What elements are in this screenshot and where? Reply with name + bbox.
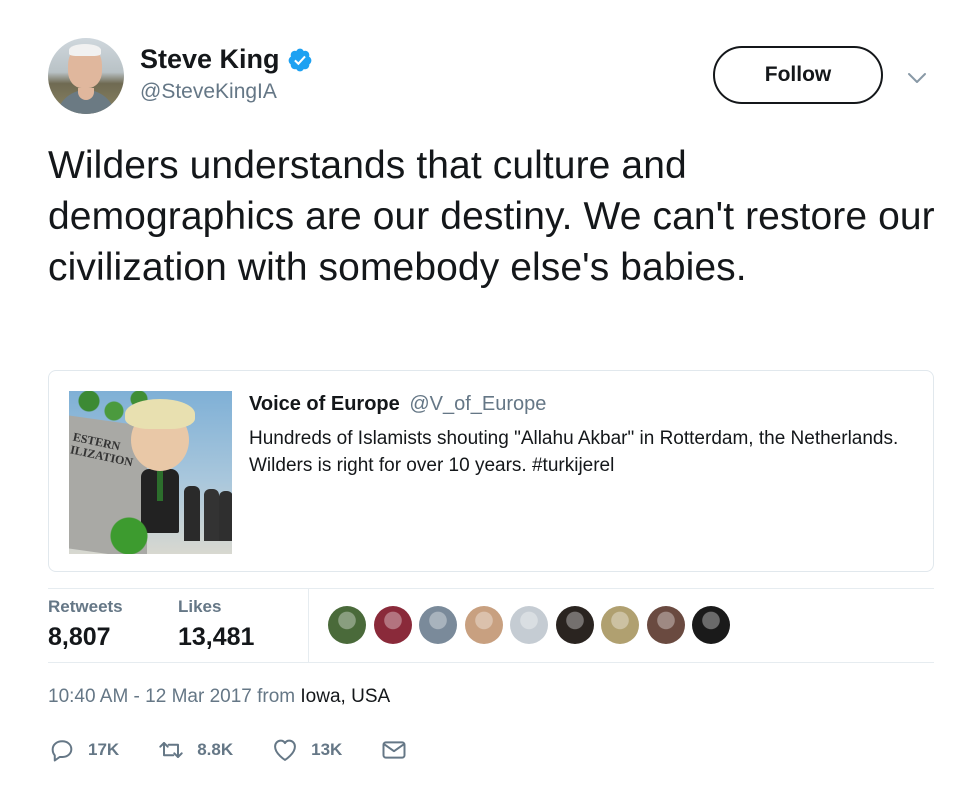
likers-avatars [328,606,738,644]
likes-value: 13,481 [178,623,255,651]
likes-label: Likes [178,597,222,616]
direct-message-button[interactable] [380,736,408,764]
quoted-tweet-header: Voice of Europe @V_of_Europe [249,393,546,416]
reply-icon [51,740,73,762]
like-button[interactable]: 13K [271,736,342,764]
image-figure [204,489,219,541]
quoted-author-handle[interactable]: @V_of_Europe [409,393,546,415]
author-avatar[interactable] [48,38,124,114]
author-name-row: Steve King [140,44,313,75]
tweet-timestamp: 10:40 AM - 12 Mar 2017 from Iowa, USA [48,686,390,708]
timestamp-time-date[interactable]: 10:40 AM - 12 Mar 2017 [48,686,252,707]
reply-count: 17K [88,740,120,759]
liker-avatar[interactable] [419,606,457,644]
image-caricature-tie [157,471,163,501]
retweet-button[interactable]: 8.8K [157,736,233,764]
follow-button[interactable]: Follow [713,46,883,104]
like-count: 13K [311,740,343,759]
quoted-tweet-image[interactable]: ESTERN ILIZATION [69,391,232,554]
image-grass [104,516,154,554]
image-figure [184,486,200,541]
liker-avatar[interactable] [464,606,503,644]
liker-avatar[interactable] [692,606,730,644]
tweet-actions: 17K 8.8K 13K [48,736,446,764]
avatar-hair [69,44,101,56]
timestamp-location[interactable]: Iowa, USA [300,686,390,707]
liker-avatar[interactable] [328,606,366,644]
author-handle[interactable]: @SteveKingIA [140,80,277,104]
liker-avatar[interactable] [510,606,548,644]
quoted-tweet-card[interactable]: ESTERN ILIZATION Voice of Europe @V_of_E… [48,370,934,572]
divider [48,588,934,589]
timestamp-from: from [257,686,296,707]
retweet-icon [159,742,183,758]
likes-stat[interactable]: Likes 13,481 [178,597,254,652]
retweets-value: 8,807 [48,623,111,651]
liker-avatar[interactable] [601,606,639,644]
image-caricature-hair [125,399,195,429]
envelope-icon [382,741,406,759]
chevron-down-icon[interactable] [905,66,929,90]
stats-separator [308,588,309,662]
tweet-text: Wilders understands that culture and dem… [48,144,935,289]
divider [48,662,934,663]
retweets-stat[interactable]: Retweets 8,807 [48,597,123,652]
retweets-label: Retweets [48,597,123,616]
liker-avatar[interactable] [646,606,685,644]
quoted-tweet-text: Hundreds of Islamists shouting "Allahu A… [249,428,899,476]
image-figure [219,491,232,541]
verified-badge-icon [288,48,311,71]
heart-icon [274,739,297,761]
tweet-header: Steve King @SteveKingIA Follow [48,38,938,118]
liker-avatar[interactable] [373,606,412,644]
author-name[interactable]: Steve King [140,44,280,75]
reply-button[interactable]: 17K [48,736,119,764]
quoted-author-name[interactable]: Voice of Europe [249,393,400,415]
retweet-count: 8.8K [197,740,234,759]
liker-avatar[interactable] [555,606,594,644]
